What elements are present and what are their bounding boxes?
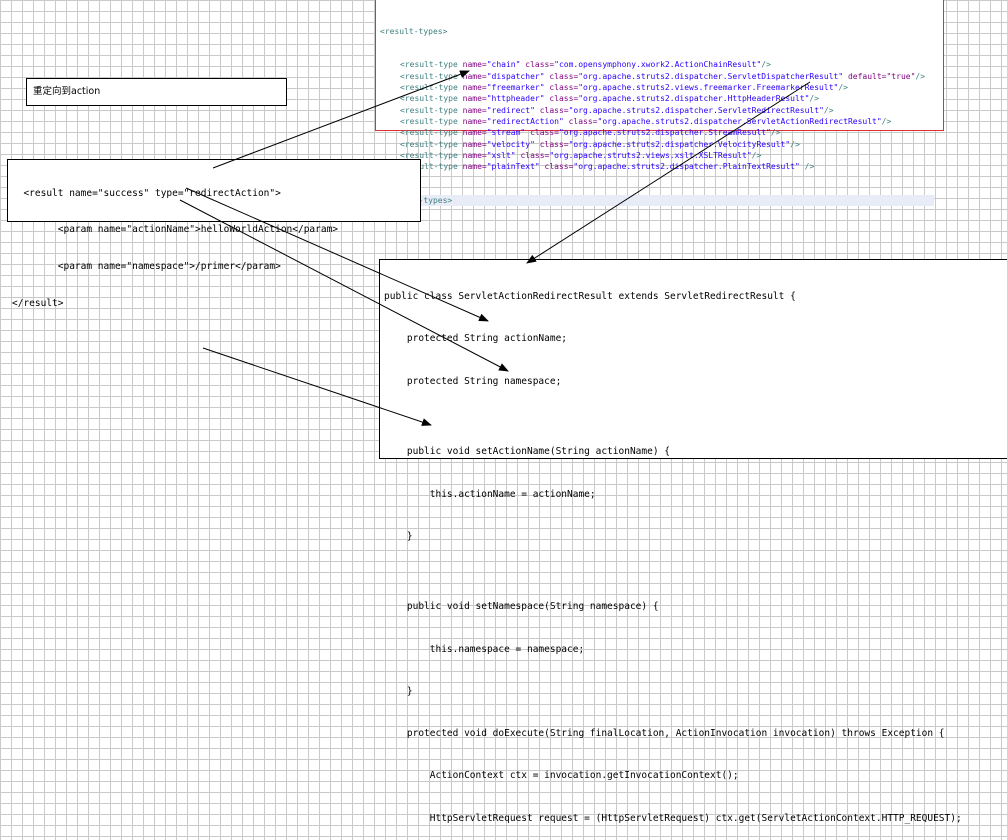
code-line: this.actionName = actionName; [384,488,596,500]
code-line: } [384,685,413,697]
code-line: this.namespace = namespace; [384,643,585,655]
arrow-to-actioncontext [202,347,432,426]
connector-arrows [179,70,811,426]
arrow-namespace-to-setter [179,199,509,372]
code-line: protected void doExecute(String finalLoc… [384,728,945,740]
arrow-actionname-to-setter [185,187,489,322]
code-line: HttpServletRequest request = (HttpServle… [384,812,962,824]
code-line: } [384,530,413,542]
arrow-note-to-redirectaction [212,70,470,169]
arrow-xml-to-java-class [526,81,811,264]
code-line: public void setNamespace(String namespac… [384,601,659,613]
code-line: ActionContext ctx = invocation.getInvoca… [384,770,739,782]
